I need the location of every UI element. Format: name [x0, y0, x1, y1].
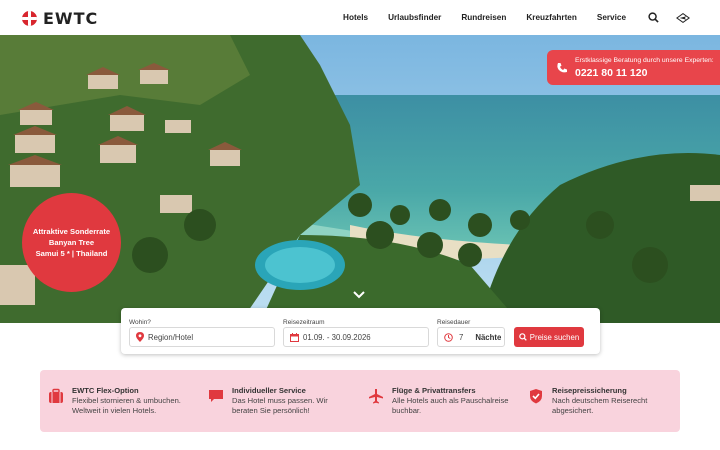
- phone-icon: [556, 61, 568, 79]
- search-button-label: Preise suchen: [529, 332, 580, 342]
- airplane-stamp-icon[interactable]: [676, 11, 690, 25]
- period-input[interactable]: 01.09. - 30.09.2026: [283, 327, 429, 347]
- feature-title: Individueller Service: [232, 386, 306, 395]
- search-prices-button[interactable]: Preise suchen: [514, 327, 584, 347]
- expert-hotline-banner[interactable]: Erstklassige Beratung durch unsere Exper…: [547, 50, 720, 85]
- chat-bubble-icon: [208, 388, 224, 409]
- feature-text: Alle Hotels auch als Pauschalreise: [392, 396, 509, 405]
- nav-hotels[interactable]: Hotels: [333, 13, 378, 22]
- shield-check-icon: [528, 388, 544, 409]
- logo-text: EWTC: [43, 9, 99, 28]
- period-value: 01.09. - 30.09.2026: [303, 332, 371, 342]
- expert-caption: Erstklassige Beratung durch unsere Exper…: [575, 57, 714, 64]
- region-placeholder: Region/Hotel: [148, 332, 194, 342]
- duration-unit: Nächte: [475, 332, 502, 342]
- special-offer-badge[interactable]: Attraktive Sonderrate Banyan Tree Samui …: [22, 193, 121, 292]
- logo[interactable]: EWTC: [22, 9, 98, 28]
- feature-title: Flüge & Privattransfers: [392, 386, 476, 395]
- duration-value: 7: [459, 332, 464, 342]
- badge-line: Banyan Tree: [48, 238, 95, 247]
- hotel-search-form: Wohin? Region/Hotel Reisezeitraum 01.09.…: [121, 308, 600, 354]
- map-pin-icon: [136, 332, 144, 342]
- feature-text: Flexibel stornieren & umbuchen.: [72, 396, 181, 405]
- feature-text: Nach deutschem Reiserecht: [552, 396, 648, 405]
- search-icon: [518, 333, 527, 341]
- region-input[interactable]: Region/Hotel: [129, 327, 275, 347]
- feature-text: Das Hotel muss passen. Wir: [232, 396, 328, 405]
- feature-text: abgesichert.: [552, 406, 594, 415]
- site-header: EWTC Hotels Urlaubsfinder Rundreisen Kre…: [0, 0, 720, 35]
- search-icon[interactable]: [646, 11, 660, 25]
- duration-select[interactable]: 7 Nächte: [437, 327, 505, 347]
- calendar-icon: [290, 332, 299, 342]
- feature-text: buchbar.: [392, 406, 422, 415]
- chevron-down-icon[interactable]: [352, 287, 366, 305]
- feature-text: Weltweit in vielen Hotels.: [72, 406, 157, 415]
- duration-label: Reisedauer: [437, 319, 471, 326]
- features-bar: EWTC Flex-Option Flexibel stornieren & u…: [40, 370, 680, 432]
- clock-icon: [444, 332, 453, 342]
- feature-title: Reisepreissicherung: [552, 386, 627, 395]
- period-label: Reisezeitraum: [283, 319, 325, 326]
- main-nav: Hotels Urlaubsfinder Rundreisen Kreuzfah…: [333, 0, 690, 35]
- badge-line: Attraktive Sonderrate: [32, 227, 111, 236]
- nav-urlaubsfinder[interactable]: Urlaubsfinder: [378, 13, 451, 22]
- badge-line: Samui 5 * | Thailand: [35, 249, 108, 258]
- suitcase-icon: [48, 388, 64, 409]
- feature-text: beraten Sie persönlich!: [232, 406, 310, 415]
- nav-rundreisen[interactable]: Rundreisen: [451, 13, 516, 22]
- nav-kreuzfahrten[interactable]: Kreuzfahrten: [516, 13, 587, 22]
- logo-mark-icon: [22, 11, 37, 26]
- region-label: Wohin?: [129, 319, 151, 326]
- nav-service[interactable]: Service: [587, 13, 636, 22]
- feature-title: EWTC Flex-Option: [72, 386, 139, 395]
- expert-phone-number[interactable]: 0221 80 11 120: [575, 67, 647, 79]
- airplane-icon: [368, 388, 384, 409]
